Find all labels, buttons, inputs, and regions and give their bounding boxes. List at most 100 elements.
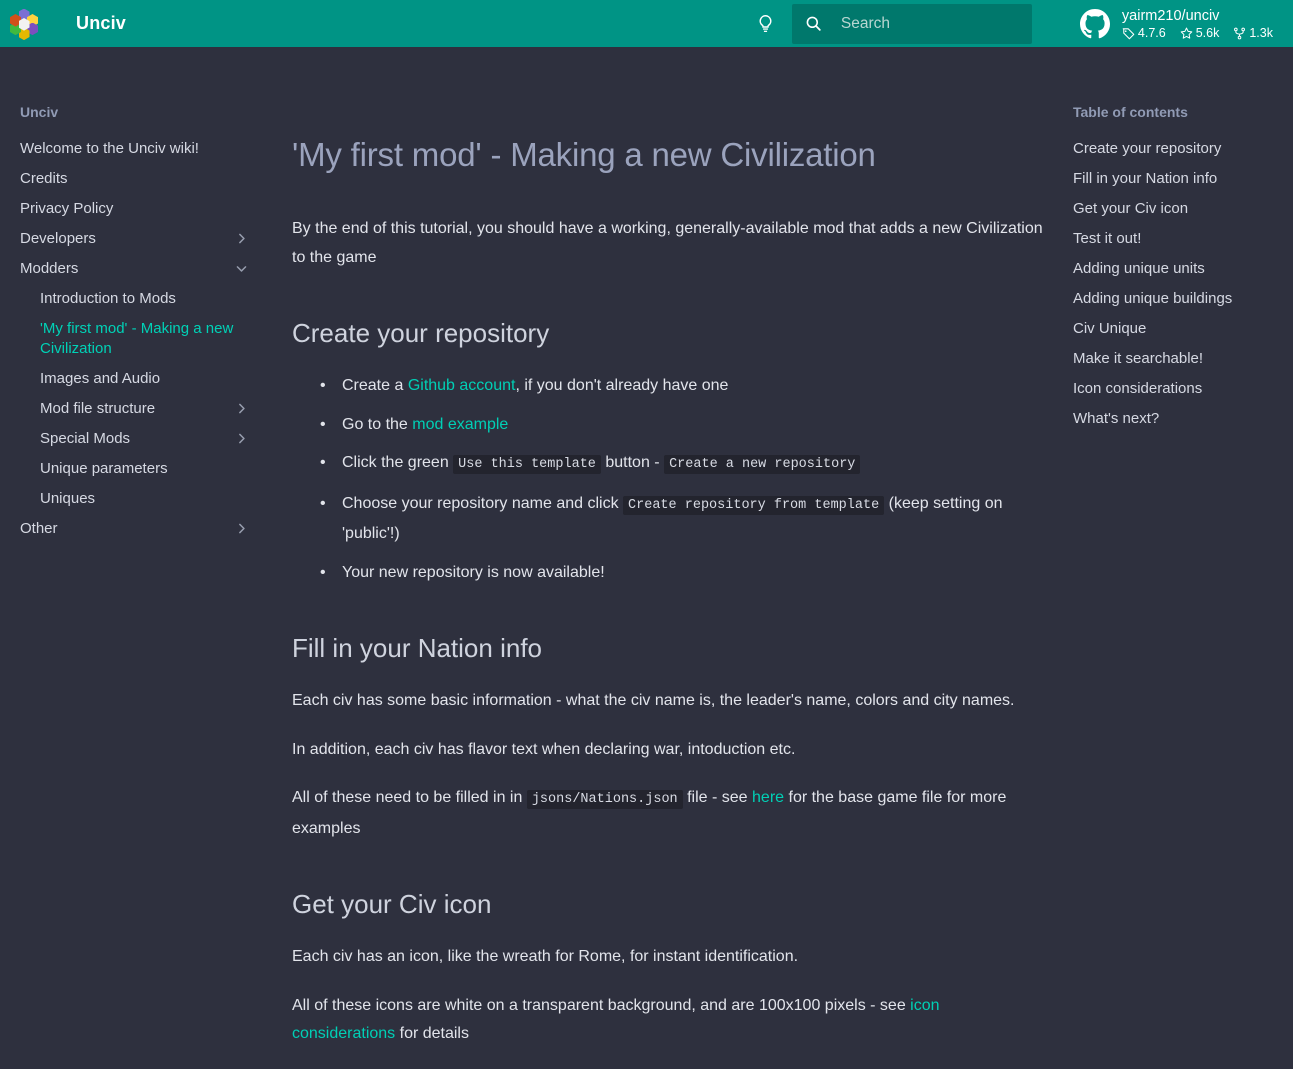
list-item: Go to the mod example [318, 411, 1043, 440]
section-heading-nation-info: Fill in your Nation info [292, 633, 542, 663]
repo-version: 4.7.6 [1122, 26, 1166, 40]
create-repository-list: Create a Github account, if you don't al… [318, 372, 1043, 587]
site-title[interactable]: Unciv [76, 13, 126, 34]
sidebar-nav-list: Welcome to the Unciv wiki! Credits Privacy… [20, 134, 268, 544]
page-body: Unciv Welcome to the Unciv wiki! Credits P… [0, 47, 1293, 1044]
repo-facts: 4.7.6 5.6k 1.3k [1122, 26, 1273, 40]
sidebar-item-label: Modders [20, 260, 79, 277]
chevron-right-icon [239, 433, 245, 444]
paragraph-text: All of these need to be filled in in [292, 789, 527, 806]
site-header: Unciv yairm210/unciv [0, 0, 1293, 47]
chevron-right-icon [239, 523, 245, 534]
chevron-down-icon [236, 266, 247, 272]
bullet-text: Click the green [342, 454, 454, 471]
section-heading-create-repository: Create your repository [292, 318, 550, 348]
primary-sidebar: Unciv Welcome to the Unciv wiki! Credits P… [0, 47, 268, 544]
page-title: 'My first mod' - Making a new Civilizati… [292, 136, 876, 173]
sidebar-item-mod-file-structure[interactable]: Mod file structure [20, 394, 268, 424]
sidebar-item-label: Mod file structure [40, 400, 156, 417]
lightbulb-icon [759, 15, 772, 32]
repo-version-value: 4.7.6 [1137, 26, 1166, 40]
sidebar-item-label: Images and Audio [40, 370, 161, 387]
sidebar-item-other[interactable]: Other [20, 514, 268, 544]
intro-paragraph: By the end of this tutorial, you should … [292, 220, 1043, 266]
section-heading-civ-icon: Get your Civ icon [292, 889, 492, 919]
repo-info: yairm210/unciv 4.7.6 5.6k 1.3k [1122, 7, 1273, 40]
sidebar-title: Unciv [20, 104, 59, 120]
nation-info-paragraph-2: In addition, each civ has flavor text wh… [292, 740, 796, 758]
nation-info-paragraph-3: All of these need to be filled in in jso… [292, 784, 1043, 843]
bullet-text: Create a [342, 377, 408, 394]
sidebar-item-label: 'My first mod' - Making a new Civilizati… [40, 320, 234, 357]
sidebar-item-welcome-to-the-unciv-wiki[interactable]: Welcome to the Unciv wiki! [20, 134, 268, 164]
list-item: Create a Github account, if you don't al… [318, 372, 1043, 401]
repo-forks: 1.3k [1233, 26, 1273, 40]
theme-toggle-button[interactable] [748, 5, 784, 43]
here-link[interactable]: here [752, 789, 784, 806]
search-box[interactable] [791, 3, 1032, 44]
toc-item-test-it-out[interactable]: Test it out! [1073, 224, 1273, 254]
sidebar-item-label: Special Mods [40, 430, 131, 447]
unciv-hex-flower-logo [9, 8, 39, 41]
toc-item-what-s-next[interactable]: What's next? [1073, 404, 1273, 434]
list-item: Your new repository is now available! [318, 559, 1043, 588]
site-logo-link[interactable] [0, 0, 48, 47]
repo-name: yairm210/unciv [1121, 8, 1220, 24]
github-icon [1079, 8, 1110, 39]
sidebar-item-privacy-policy[interactable]: Privacy Policy [20, 194, 268, 224]
sidebar-item-label: Privacy Policy [20, 200, 114, 217]
repo-forks-value: 1.3k [1249, 26, 1273, 40]
sidebar-item-label: Unique parameters [40, 460, 168, 477]
toc-item-adding-unique-units[interactable]: Adding unique units [1073, 254, 1273, 284]
code-create-a-new-repository: Create a new repository [664, 455, 861, 474]
paragraph-text: for details [395, 1025, 469, 1042]
sidebar-item-modders[interactable]: Modders [20, 254, 268, 284]
bullet-text: Choose your repository name and click [342, 494, 624, 512]
toc-item-make-it-searchable[interactable]: Make it searchable! [1073, 344, 1273, 374]
list-item: Click the green Use this template button… [318, 449, 1043, 480]
repo-link[interactable]: yairm210/unciv 4.7.6 5.6k 1.3k [1079, 7, 1273, 40]
toc-item-civ-unique[interactable]: Civ Unique [1073, 314, 1273, 344]
sidebar-item-label: Introduction to Mods [40, 290, 176, 307]
code-jsons-nations-json: jsons/Nations.json [526, 790, 683, 809]
sidebar-item-developers[interactable]: Developers [20, 224, 268, 254]
sidebar-item-introduction-to-mods[interactable]: Introduction to Mods [20, 284, 268, 314]
toc-item-create-your-repository[interactable]: Create your repository [1073, 134, 1273, 164]
toc-title: Table of contents [1073, 104, 1188, 120]
github-account-link[interactable]: Github account [408, 377, 516, 394]
sidebar-item-label: Uniques [40, 490, 96, 507]
list-item: Choose your repository name and click Cr… [318, 490, 1043, 549]
sidebar-item-credits[interactable]: Credits [20, 164, 268, 194]
paragraph-text: All of these icons are white on a transp… [292, 996, 911, 1014]
civ-icon-paragraph-2: All of these icons are white on a transp… [292, 992, 1043, 1049]
toc-item-fill-in-your-nation-info[interactable]: Fill in your Nation info [1073, 164, 1273, 194]
civ-icon-paragraph-1: Each civ has an icon, like the wreath fo… [292, 948, 799, 965]
sidebar-item-images-and-audio[interactable]: Images and Audio [20, 364, 268, 394]
sidebar-item-label: Credits [20, 170, 68, 187]
sidebar-item-label: Welcome to the Unciv wiki! [20, 140, 199, 157]
repo-stars-value: 5.6k [1195, 26, 1220, 40]
toc-item-icon-considerations[interactable]: Icon considerations [1073, 374, 1273, 404]
sidebar-item-special-mods[interactable]: Special Mods [20, 424, 268, 454]
chevron-right-icon [239, 233, 245, 244]
toc-item-get-your-civ-icon[interactable]: Get your Civ icon [1073, 194, 1273, 224]
sidebar-item-label: Developers [20, 230, 96, 247]
bullet-text: , if you don't already have one [515, 377, 729, 394]
repo-stars: 5.6k [1180, 26, 1220, 40]
search-icon [804, 14, 823, 33]
toc-item-adding-unique-buildings[interactable]: Adding unique buildings [1073, 284, 1273, 314]
table-of-contents: Table of contents Create your repository… [1073, 47, 1293, 434]
sidebar-item-unique-parameters[interactable]: Unique parameters [20, 454, 268, 484]
sidebar-item-my-first-mod-making-a-new-civilization[interactable]: 'My first mod' - Making a new Civilizati… [20, 314, 268, 364]
star-icon [1180, 27, 1192, 39]
bullet-text: Your new repository is now available! [342, 563, 605, 581]
nation-info-paragraph-1: Each civ has some basic information - wh… [292, 692, 1015, 709]
search-input[interactable] [840, 14, 1021, 33]
mod-example-link[interactable]: mod example [412, 416, 508, 433]
sidebar-item-uniques[interactable]: Uniques [20, 484, 268, 514]
tag-icon [1122, 27, 1135, 39]
code-use-this-template: Use this template [453, 455, 601, 474]
main-content: 'My first mod' - Making a new Civilizati… [268, 47, 1073, 1069]
paragraph-text: file - see [682, 789, 753, 806]
fork-icon [1234, 27, 1246, 39]
